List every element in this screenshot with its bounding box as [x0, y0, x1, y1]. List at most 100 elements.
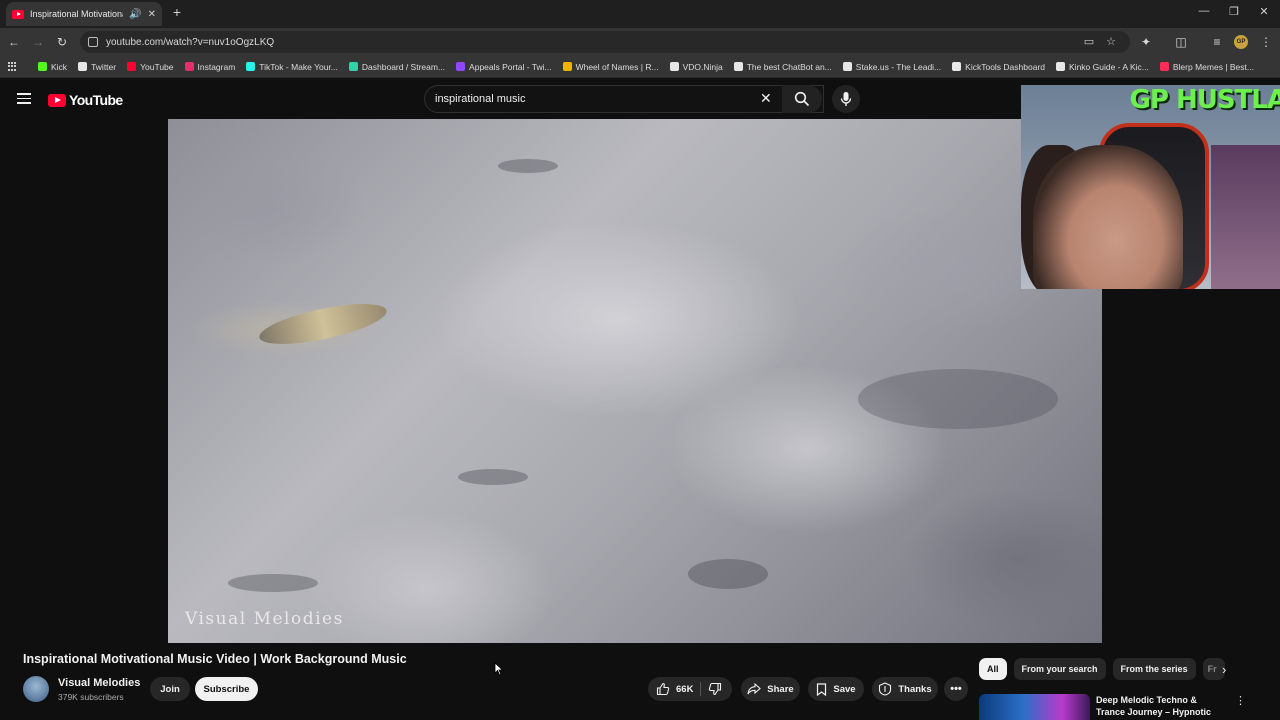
bookmark-label: Wheel of Names | R... — [575, 61, 659, 72]
restore-icon[interactable]: ❐ — [1226, 5, 1242, 18]
bookmark-item[interactable]: Stake.us - The Leadi... — [842, 61, 942, 72]
bookmark-item[interactable]: KickTools Dashboard — [952, 62, 1045, 72]
bookmark-label: Twitter — [91, 61, 117, 72]
bookmark-star-icon[interactable]: ☆ — [1104, 31, 1118, 53]
bookmark-label: VDO.Ninja — [682, 61, 723, 72]
salmon-image — [256, 295, 390, 353]
chevron-right-icon[interactable]: › — [1222, 662, 1226, 677]
video-player[interactable]: Visual Melodies — [168, 119, 1102, 643]
back-icon[interactable]: ← — [6, 34, 22, 50]
bookmark-item[interactable]: Twitter — [78, 62, 116, 72]
bookmark-label: KickTools Dashboard — [965, 61, 1046, 72]
bookmark-label: Kinko Guide - A Kic... — [1069, 61, 1149, 72]
clear-search-icon[interactable]: ✕ — [760, 90, 772, 106]
water-ripple — [498, 159, 558, 173]
voice-search-button[interactable] — [832, 85, 860, 113]
bookmark-item[interactable]: Blerp Memes | Best... — [1159, 61, 1254, 72]
bookmark-item[interactable]: Kinko Guide - A Kic... — [1056, 62, 1149, 72]
save-button[interactable]: Save — [808, 677, 864, 701]
recommendation-title[interactable]: Deep Melodic Techno & Trance Journey – H… — [1096, 694, 1226, 720]
minimize-icon[interactable]: — — [1196, 5, 1212, 17]
bookmark-item[interactable]: YouTube — [127, 62, 174, 72]
bookmark-item[interactable]: Dashboard / Stream... — [348, 61, 446, 72]
webcam-overlay-text: GP HUSTLA — [1129, 85, 1280, 115]
profile-avatar[interactable]: GP — [1234, 35, 1248, 49]
address-bar[interactable]: youtube.com/watch?v=nuv1oOgzLKQ ▭ ☆ — [80, 31, 1130, 53]
bookmark-favicon-icon — [246, 62, 256, 71]
bookmark-item[interactable]: Appeals Portal - Twi... — [456, 62, 552, 72]
share-label: Share — [767, 683, 794, 695]
bookmark-favicon-icon — [842, 62, 852, 71]
tab-close-icon[interactable]: ✕ — [148, 9, 156, 20]
extensions-icon[interactable]: ✦ — [1138, 34, 1154, 50]
cast-icon[interactable]: ▭ — [1082, 31, 1096, 53]
browser-tab[interactable]: Inspirational Motivational Music Video |… — [6, 2, 162, 26]
window-close-icon[interactable]: ✕ — [1256, 5, 1272, 18]
more-actions-button[interactable]: ••• — [944, 677, 968, 701]
water-ripple — [688, 559, 768, 589]
bookmark-label: Instagram — [197, 61, 236, 72]
bookmark-favicon-icon — [1159, 62, 1169, 71]
media-controls-icon[interactable]: ≡ — [1209, 34, 1225, 50]
bookmark-label: Appeals Portal - Twi... — [469, 61, 552, 72]
water-ripple — [458, 469, 528, 485]
thumbs-down-icon[interactable] — [708, 682, 722, 696]
url-text[interactable]: youtube.com/watch?v=nuv1oOgzLKQ — [106, 37, 274, 48]
bookmark-item[interactable]: VDO.Ninja — [669, 61, 723, 72]
youtube-logo[interactable]: YouTube — [48, 92, 123, 108]
bookmark-label: Blerp Memes | Best... — [1172, 61, 1254, 72]
search-button[interactable] — [782, 85, 822, 113]
subscribe-button[interactable]: Subscribe — [195, 677, 258, 701]
bookmark-item[interactable]: Wheel of Names | R... — [562, 61, 659, 72]
bookmark-favicon-icon — [184, 62, 194, 71]
youtube-logo-text: YouTube — [69, 92, 123, 108]
bookmark-item[interactable]: TikTok - Make Your... — [246, 62, 338, 72]
bookmark-item[interactable]: The best ChatBot an... — [733, 62, 832, 72]
streamer-webcam: GP HUSTLA — [1021, 85, 1280, 289]
browser-menu-icon[interactable]: ⋮ — [1258, 34, 1274, 50]
apps-grid-icon[interactable] — [8, 61, 18, 72]
bookmark-item[interactable]: Instagram — [184, 61, 236, 72]
video-title: Inspirational Motivational Music Video |… — [23, 652, 407, 666]
recommendation-thumbnail[interactable] — [979, 694, 1090, 720]
bookmark-label: TikTok - Make Your... — [259, 61, 338, 72]
bookmark-favicon-icon — [38, 62, 47, 71]
share-icon — [747, 683, 762, 695]
microphone-icon — [840, 92, 852, 106]
new-tab-button[interactable]: + — [168, 4, 186, 20]
thanks-button[interactable]: Thanks — [872, 677, 938, 701]
save-label: Save — [833, 683, 856, 695]
search-query[interactable]: inspirational music — [435, 93, 525, 105]
bookmark-favicon-icon — [952, 62, 962, 71]
super-thanks-icon — [879, 682, 892, 696]
tab-title: Inspirational Motivational Music Video |… — [30, 9, 123, 19]
join-button[interactable]: Join — [150, 677, 190, 701]
bookmark-icon — [817, 682, 827, 696]
video-watermark: Visual Melodies — [185, 609, 344, 629]
bookmark-item[interactable]: Kick — [38, 62, 67, 72]
reload-icon[interactable]: ↻ — [54, 34, 70, 50]
chip-from-the-series[interactable]: From the series — [1112, 658, 1196, 680]
thumbs-up-icon — [656, 682, 670, 696]
water-ripple — [858, 369, 1058, 429]
side-panel-icon[interactable]: ◫ — [1173, 34, 1189, 50]
bookmark-favicon-icon — [456, 62, 466, 71]
chip-all[interactable]: All — [979, 658, 1007, 680]
thanks-label: Thanks — [898, 683, 932, 695]
menu-icon[interactable] — [17, 93, 31, 104]
channel-avatar[interactable] — [23, 676, 49, 702]
bookmark-favicon-icon — [562, 62, 572, 71]
site-info-icon[interactable] — [88, 37, 98, 47]
chip-from-your-search[interactable]: From your search — [1013, 658, 1106, 680]
speaker-icon[interactable]: 🔊 — [129, 9, 141, 20]
forward-icon[interactable]: → — [30, 34, 46, 50]
bookmark-favicon-icon — [1056, 62, 1066, 71]
search-icon — [794, 91, 810, 107]
recommendation-menu-icon[interactable]: ⋮ — [1235, 694, 1246, 707]
water-ripple — [228, 574, 318, 592]
bookmark-label: Stake.us - The Leadi... — [855, 61, 942, 72]
bookmark-label: Dashboard / Stream... — [361, 61, 446, 72]
share-button[interactable]: Share — [741, 677, 800, 701]
mouse-cursor-icon — [494, 662, 504, 676]
channel-name[interactable]: Visual Melodies — [58, 677, 140, 689]
